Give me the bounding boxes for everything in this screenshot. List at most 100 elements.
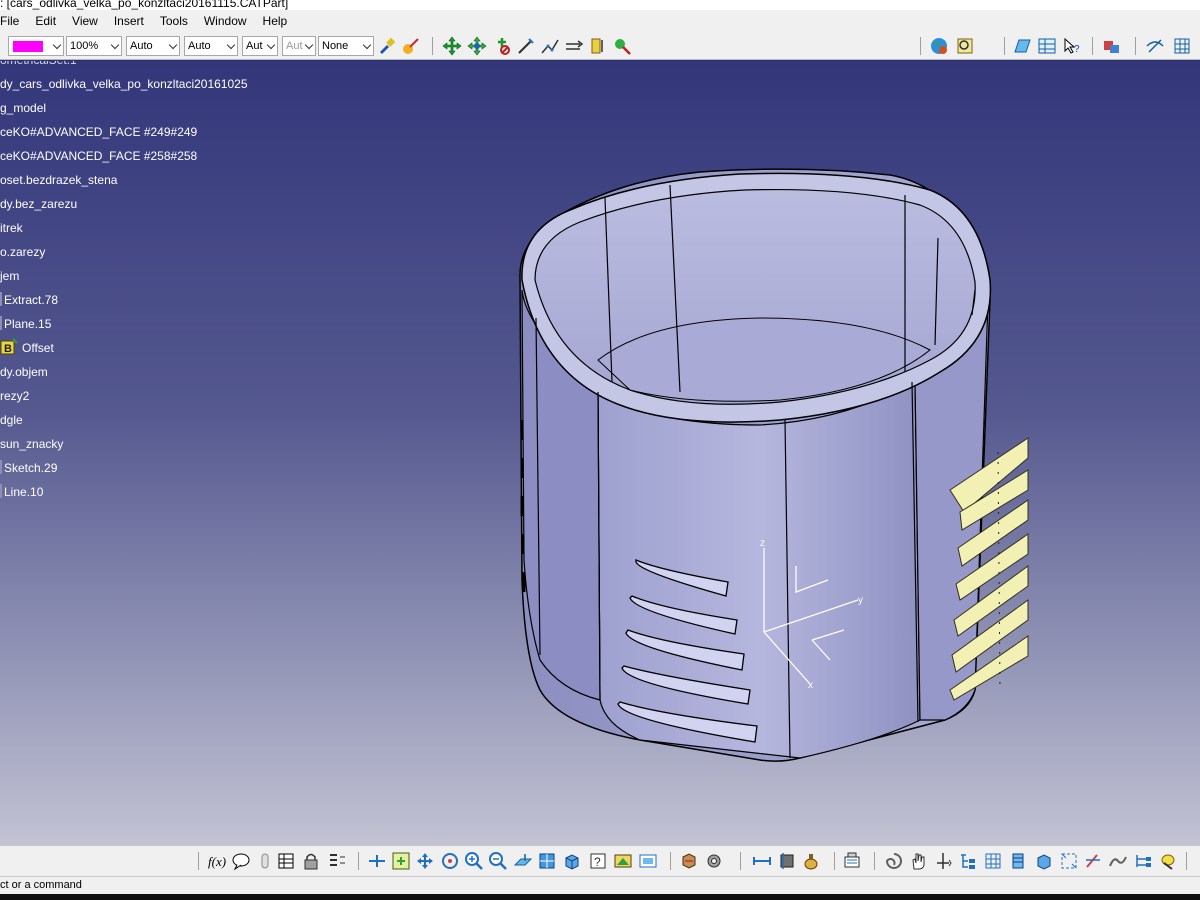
hide-show-icon[interactable] [638, 851, 658, 871]
transparency-value: 100% [70, 40, 99, 52]
toolbar-separator [1004, 37, 1005, 55]
hand-icon[interactable] [908, 851, 928, 871]
cut-icon[interactable] [1083, 851, 1103, 871]
toolbar-separator [432, 37, 433, 55]
material-icon[interactable] [679, 851, 699, 871]
painter-icon[interactable] [377, 36, 397, 56]
color-dropdown[interactable] [8, 36, 64, 56]
layer-dropdown[interactable]: None [318, 36, 374, 56]
menu-edit[interactable]: Edit [29, 14, 66, 28]
knowledge-icon[interactable] [255, 851, 275, 871]
graphic-properties-toolbar: 100% Auto Auto Aut Aut None ? [0, 31, 1200, 60]
measure-item-icon[interactable] [777, 851, 797, 871]
line-tool-icon[interactable] [516, 36, 536, 56]
multi-view-icon[interactable] [537, 851, 557, 871]
fit-all-icon[interactable] [391, 851, 411, 871]
shading-icon[interactable] [613, 851, 633, 871]
menu-insert[interactable]: Insert [108, 14, 154, 28]
hierarchy-icon[interactable] [1133, 851, 1153, 871]
chevron-down-icon [110, 40, 120, 50]
part-geometry[interactable]: z y x [0, 61, 1200, 845]
svg-text:?: ? [1074, 44, 1080, 55]
window-title-bar: : [cars_odlivka_velka_po_konzltaci201611… [0, 0, 1200, 10]
measure-between-icon[interactable] [752, 851, 772, 871]
globe-icon[interactable] [929, 36, 949, 56]
menu-view[interactable]: View [66, 14, 108, 28]
grid-view-icon[interactable] [983, 851, 1003, 871]
chevron-down-icon [226, 40, 236, 50]
iso-view-icon[interactable] [562, 851, 582, 871]
line-thickness-dropdown[interactable]: Auto [126, 36, 180, 56]
toolbar-separator [358, 852, 359, 870]
menu-tools[interactable]: Tools [154, 14, 198, 28]
table-view-icon[interactable] [276, 851, 296, 871]
layers-icon[interactable] [1008, 851, 1028, 871]
comment-icon[interactable] [231, 851, 251, 871]
chevron-down-icon [52, 40, 62, 50]
toolbar-separator [834, 852, 835, 870]
line-type-dropdown[interactable]: Auto [184, 36, 238, 56]
color-swatch [13, 41, 43, 52]
axis-label-x: x [808, 680, 813, 691]
axis-label-y: y [858, 595, 863, 606]
measure-icon[interactable] [588, 36, 608, 56]
window-title: : [cars_odlivka_velka_po_konzltaci201611… [0, 0, 289, 10]
3d-viewport[interactable]: ometricalSet.1 dy_cars_odlivka_velka_po_… [0, 61, 1200, 845]
taskbar-edge [0, 894, 1200, 900]
normal-view-icon[interactable] [513, 851, 533, 871]
menu-help[interactable]: Help [257, 14, 298, 28]
bounding-box-icon[interactable] [1059, 851, 1079, 871]
render-style-dropdown[interactable]: Aut [282, 36, 316, 56]
grid-icon[interactable] [1172, 36, 1192, 56]
analysis-icon[interactable] [612, 36, 632, 56]
snap-icon[interactable] [933, 851, 953, 871]
whats-this-icon[interactable]: ? [1062, 36, 1082, 56]
chevron-down-icon [168, 40, 178, 50]
pan-icon[interactable] [442, 36, 462, 56]
surface-icon[interactable] [1108, 851, 1128, 871]
transparency-dropdown[interactable]: 100% [66, 36, 122, 56]
chevron-down-icon [266, 40, 276, 50]
tree-expand-icon[interactable] [958, 851, 978, 871]
toolbar-separator [740, 852, 741, 870]
parameter-list-icon[interactable] [327, 851, 347, 871]
zoom-out-icon[interactable] [488, 851, 508, 871]
formula-icon[interactable]: f(x) [207, 851, 227, 871]
rotate-icon[interactable] [467, 36, 487, 56]
product-icon[interactable] [1101, 36, 1121, 56]
rotate-view-icon[interactable] [440, 851, 460, 871]
toolbar-separator [670, 852, 671, 870]
brush-icon[interactable] [401, 36, 421, 56]
light-icon[interactable] [1158, 851, 1178, 871]
table-icon[interactable] [1037, 36, 1057, 56]
catalog-browser-icon[interactable] [842, 851, 862, 871]
lock-icon[interactable] [301, 851, 321, 871]
catalog-icon[interactable] [955, 36, 975, 56]
chevron-down-icon [304, 40, 314, 50]
render-style-value: Aut [286, 40, 303, 52]
sketch-plane-icon[interactable] [1012, 36, 1032, 56]
line-type-value: Auto [188, 40, 211, 52]
mass-properties-icon[interactable] [801, 851, 821, 871]
swirl-icon[interactable] [884, 851, 904, 871]
polyline-icon[interactable] [540, 36, 560, 56]
compass-snap-icon[interactable] [492, 36, 512, 56]
point-symbol-dropdown[interactable]: Aut [242, 36, 278, 56]
zoom-in-icon[interactable] [464, 851, 484, 871]
axis-system-icon[interactable] [1145, 36, 1165, 56]
cube-icon[interactable] [1034, 851, 1054, 871]
pan-view-icon[interactable] [415, 851, 435, 871]
svg-text:?: ? [594, 855, 601, 869]
offset-arrows-icon[interactable] [564, 36, 584, 56]
line-thickness-value: Auto [130, 40, 153, 52]
menu-file[interactable]: File [0, 14, 29, 28]
menu-window[interactable]: Window [198, 14, 257, 28]
toolbar-separator [198, 852, 199, 870]
layer-value: None [322, 40, 349, 52]
help-view-icon[interactable]: ? [588, 851, 608, 871]
menu-bar: File Edit View Insert Tools Window Help [0, 10, 1200, 31]
fly-mode-icon[interactable] [367, 851, 387, 871]
point-symbol-value: Aut [246, 40, 263, 52]
toolbar-separator [1186, 852, 1187, 870]
gear-icon[interactable] [704, 851, 724, 871]
